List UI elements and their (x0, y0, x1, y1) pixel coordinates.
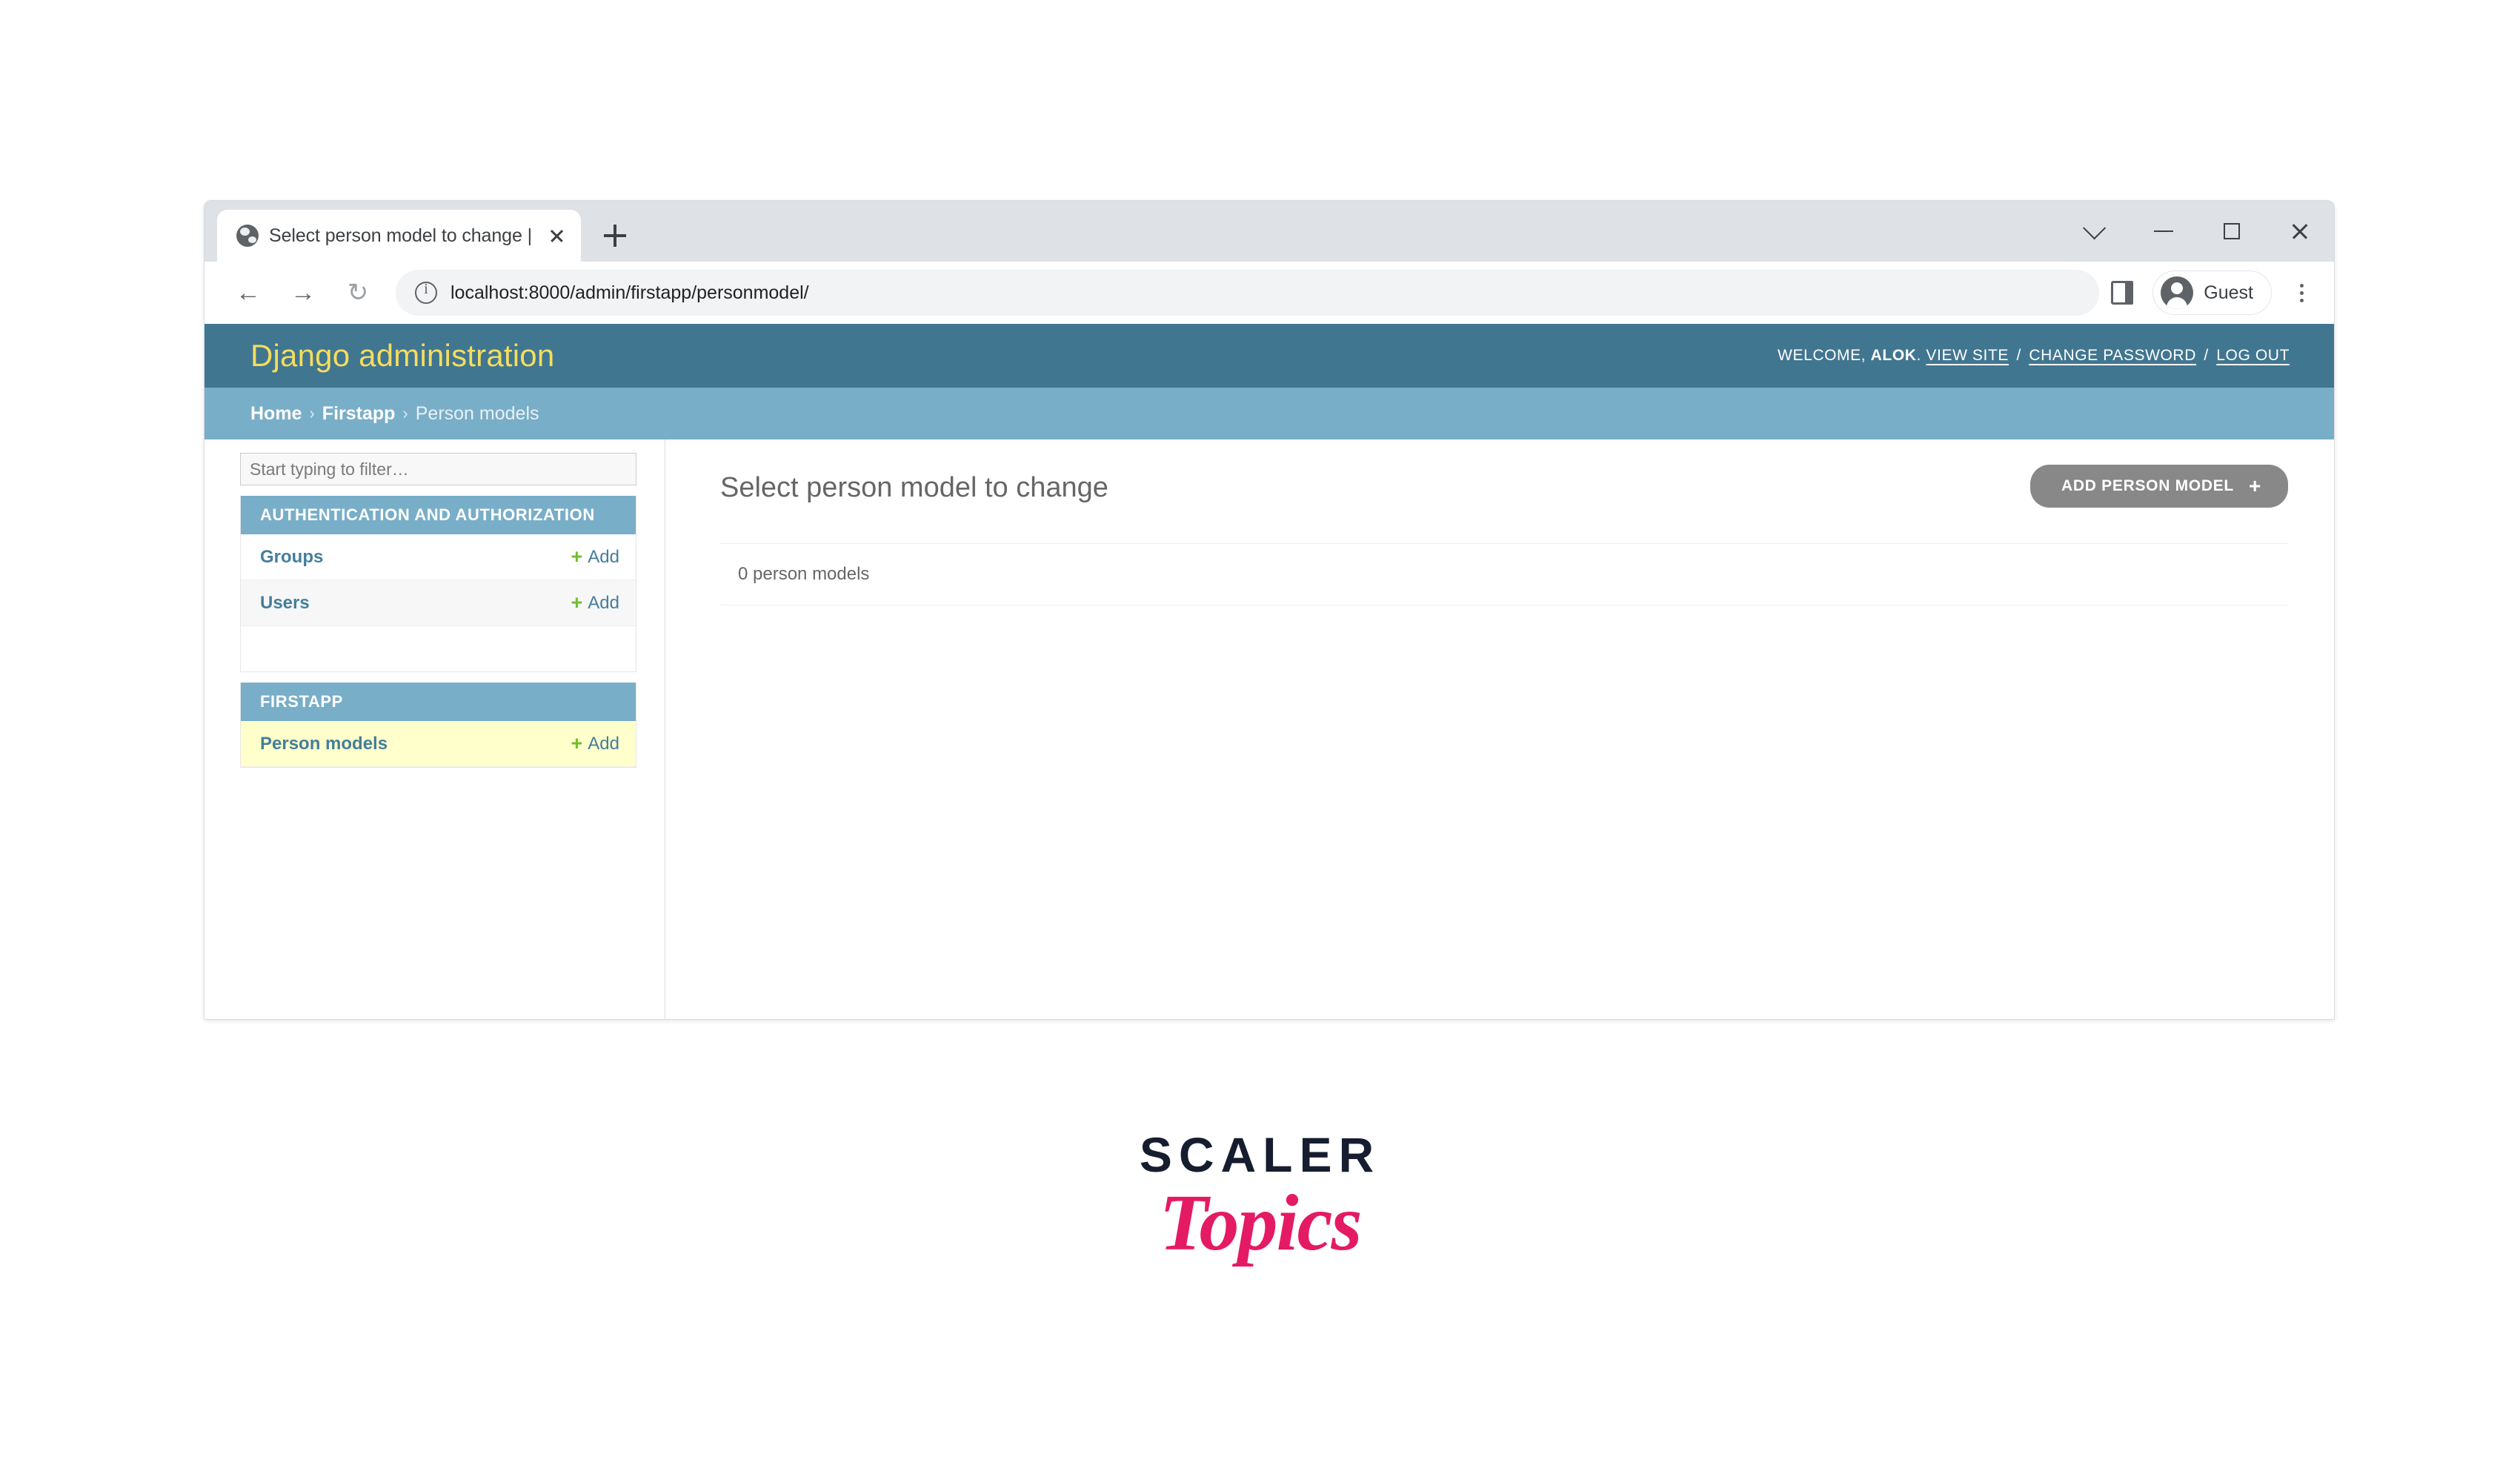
result-count: 0 person models (738, 564, 870, 584)
model-row-groups[interactable]: Groups + Add (241, 534, 636, 580)
app-caption-auth[interactable]: AUTHENTICATION AND AUTHORIZATION (241, 496, 636, 534)
model-row-users[interactable]: Users + Add (241, 580, 636, 626)
user-tools: WELCOME, ALOK. VIEW SITE / CHANGE PASSWO… (1778, 347, 2290, 365)
side-panel-icon[interactable] (2111, 281, 2134, 305)
breadcrumb-firstapp[interactable]: Firstapp (322, 403, 396, 425)
scaler-topics-logo: SCALER Topics (0, 1130, 2520, 1264)
breadcrumb: Home › Firstapp › Person models (205, 388, 2334, 439)
toolbar-right-actions: Guest (2111, 271, 2318, 315)
window-controls (2061, 201, 2334, 262)
app-caption-firstapp[interactable]: FIRSTAPP (241, 683, 636, 721)
info-icon[interactable] (415, 281, 437, 304)
tab-search-button[interactable] (2061, 201, 2130, 262)
add-label: Add (588, 592, 619, 613)
nav-filter-input[interactable] (240, 453, 636, 485)
browser-toolbar: ← → ↻ localhost:8000/admin/firstapp/pers… (205, 262, 2334, 324)
welcome-period: . (1916, 347, 1921, 364)
django-header: Django administration WELCOME, ALOK. VIE… (205, 324, 2334, 388)
plus-icon: + (571, 545, 583, 568)
maximize-button[interactable] (2198, 201, 2266, 262)
page-body: AUTHENTICATION AND AUTHORIZATION Groups … (205, 439, 2334, 1019)
username-label: ALOK (1870, 347, 1917, 364)
plus-icon: + (2248, 474, 2261, 497)
browser-window: Select person model to change | ← → ↻ i … (204, 200, 2335, 1020)
breadcrumb-current: Person models (415, 402, 539, 424)
reload-button[interactable]: ↻ (330, 265, 385, 320)
forward-button[interactable]: → (276, 265, 330, 320)
welcome-label: WELCOME, (1778, 347, 1866, 364)
chevron-down-icon (2083, 216, 2107, 240)
model-link-person-models[interactable]: Person models (260, 734, 388, 754)
add-label: Add (588, 733, 619, 754)
model-row-person-models[interactable]: Person models + Add (241, 721, 636, 767)
url-text: localhost:8000/admin/firstapp/personmode… (451, 282, 809, 303)
address-bar[interactable]: localhost:8000/admin/firstapp/personmode… (396, 270, 2100, 316)
add-button-label: ADD PERSON MODEL (2061, 477, 2234, 494)
add-label: Add (588, 546, 619, 567)
close-window-button[interactable] (2266, 201, 2334, 262)
log-out-link[interactable]: LOG OUT (2216, 347, 2290, 364)
content-header: Select person model to change ADD PERSON… (720, 462, 2288, 508)
change-password-link[interactable]: CHANGE PASSWORD (2029, 347, 2196, 364)
usertools-separator-1: / (2016, 347, 2021, 364)
profile-button[interactable]: Guest (2152, 271, 2272, 315)
tab-strip: Select person model to change | (205, 201, 2334, 262)
results-area: 0 person models (720, 543, 2288, 605)
nav-sidebar: AUTHENTICATION AND AUTHORIZATION Groups … (205, 439, 665, 1019)
back-arrow-icon: ← (236, 279, 261, 307)
model-link-groups[interactable]: Groups (260, 547, 323, 568)
reload-icon: ↻ (347, 279, 369, 307)
page-title: Select person model to change (720, 472, 1108, 503)
site-branding[interactable]: Django administration (250, 338, 554, 374)
new-tab-button[interactable] (593, 213, 637, 258)
add-link-users[interactable]: + Add (571, 593, 619, 614)
breadcrumb-separator-2: › (402, 404, 408, 422)
close-icon (2290, 222, 2310, 241)
module-spacer (240, 626, 636, 672)
plus-icon: + (571, 732, 583, 754)
add-person-model-button[interactable]: ADD PERSON MODEL + (2030, 465, 2288, 508)
plus-icon: + (571, 591, 583, 614)
model-link-users[interactable]: Users (260, 593, 310, 614)
back-button[interactable]: ← (221, 265, 276, 320)
profile-name: Guest (2204, 282, 2253, 303)
maximize-icon (2224, 223, 2240, 239)
usertools-separator-2: / (2204, 347, 2209, 364)
view-site-link[interactable]: VIEW SITE (1926, 347, 2009, 364)
three-dot-menu-icon[interactable] (2285, 271, 2318, 315)
main-content: Select person model to change ADD PERSON… (665, 439, 2334, 1019)
add-link-person-models[interactable]: + Add (571, 734, 619, 754)
app-module-firstapp: FIRSTAPP Person models + Add (240, 683, 636, 768)
forward-arrow-icon: → (290, 279, 316, 307)
breadcrumb-separator-1: › (309, 404, 315, 422)
close-tab-icon[interactable] (542, 222, 571, 250)
globe-icon (236, 225, 259, 247)
tab-title: Select person model to change | (269, 225, 533, 246)
minimize-button[interactable] (2130, 201, 2198, 262)
add-link-groups[interactable]: + Add (571, 547, 619, 568)
logo-topics-text: Topics (1159, 1179, 1362, 1267)
app-module-auth: AUTHENTICATION AND AUTHORIZATION Groups … (240, 496, 636, 627)
logo-scaler-text: SCALER (1139, 1127, 1381, 1182)
django-admin-page: Django administration WELCOME, ALOK. VIE… (205, 324, 2334, 1019)
breadcrumb-home[interactable]: Home (250, 403, 302, 425)
browser-tab[interactable]: Select person model to change | (217, 210, 582, 262)
minimize-icon (2154, 230, 2173, 233)
avatar (2161, 276, 2194, 309)
